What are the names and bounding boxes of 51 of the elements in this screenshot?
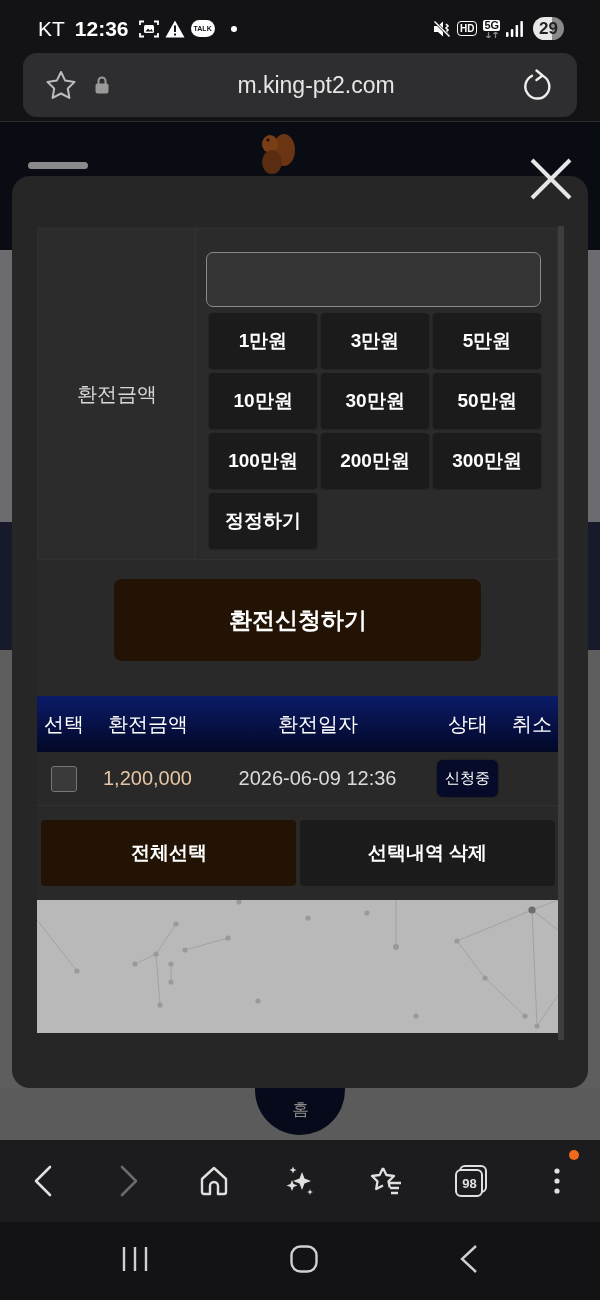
scrollbar-thumb[interactable]	[558, 226, 564, 1040]
amount-button[interactable]: 1만원	[209, 313, 317, 368]
network-type-label: 5G	[483, 19, 501, 31]
battery-indicator: 29	[533, 16, 564, 41]
url-text[interactable]: m.king-pt2.com	[109, 71, 523, 99]
checkbox[interactable]	[50, 765, 77, 792]
amount-button[interactable]: 50만원	[433, 373, 541, 428]
menu-icon[interactable]	[28, 162, 88, 169]
star-icon[interactable]	[45, 69, 77, 101]
amount-input[interactable]	[206, 252, 541, 307]
amount-button[interactable]: 200만원	[321, 433, 429, 488]
column-header: 취소	[510, 711, 553, 737]
status-badge: 신청중	[437, 760, 498, 797]
date-cell: 2026-06-09 12:36	[238, 767, 397, 790]
column-header: 선택	[42, 711, 85, 737]
carrier-label: KT	[38, 16, 65, 41]
submit-button[interactable]: 환전신청하기	[114, 579, 481, 661]
sparkle-icon[interactable]	[285, 1166, 315, 1196]
address-bar[interactable]: m.king-pt2.com	[23, 53, 577, 117]
amount-button[interactable]: 3만원	[321, 313, 429, 368]
back-icon[interactable]	[460, 1245, 478, 1273]
home-icon[interactable]	[199, 1166, 230, 1196]
signal-icon	[506, 20, 524, 37]
amount-button[interactable]: 정정하기	[209, 493, 317, 548]
back-icon[interactable]	[32, 1165, 53, 1197]
recent-apps-icon[interactable]	[122, 1246, 148, 1272]
amount-button[interactable]: 10만원	[209, 373, 317, 428]
amount-button[interactable]: 100만원	[209, 433, 317, 488]
amount-button[interactable]: 30만원	[321, 373, 429, 428]
amount-cell: 1,200,000	[103, 767, 192, 790]
clock: 12:36	[74, 16, 129, 41]
data-arrows-icon	[484, 31, 499, 38]
hd-badge: HD	[456, 21, 478, 36]
column-header: 상태	[446, 711, 489, 737]
home-button-icon[interactable]	[290, 1245, 318, 1273]
notification-dot-icon	[230, 25, 237, 32]
column-header: 환전금액	[106, 711, 189, 737]
amount-button[interactable]: 5만원	[433, 313, 541, 368]
amount-button[interactable]: 300만원	[433, 433, 541, 488]
more-icon[interactable]	[554, 1168, 561, 1194]
lock-icon	[95, 76, 109, 94]
bookmarks-icon[interactable]	[369, 1166, 402, 1196]
column-header: 환전일자	[276, 711, 359, 737]
screenshot-icon	[138, 19, 159, 38]
action-button[interactable]: 전체선택	[41, 820, 296, 886]
close-icon[interactable]	[530, 158, 572, 200]
action-button[interactable]: 선택내역 삭제	[300, 820, 555, 886]
amount-label: 환전금액	[76, 381, 157, 407]
reload-icon[interactable]	[523, 69, 553, 101]
warning-icon	[164, 19, 185, 38]
mute-icon	[432, 19, 451, 38]
